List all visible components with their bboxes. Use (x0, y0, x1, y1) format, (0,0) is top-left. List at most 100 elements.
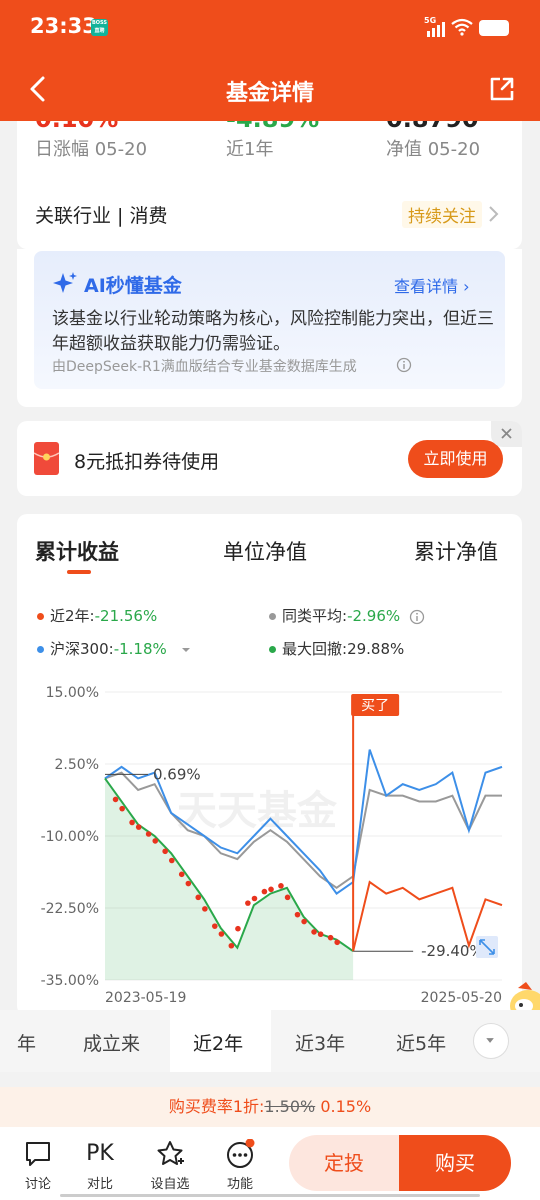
one-year-value: -4.89% (226, 121, 319, 133)
trade-dot (278, 883, 284, 889)
trade-dot (135, 824, 142, 830)
legend-drawdown: 最大回撤:29.88% (269, 638, 404, 659)
trade-dot (301, 918, 307, 925)
period-selector: 年 成立来 近2年 近3年 近5年 (0, 1010, 540, 1072)
star-add-icon (157, 1141, 184, 1165)
status-time: 23:33 (30, 14, 97, 38)
trade-dot (334, 939, 341, 946)
summary-card: 0.10% 日涨幅 05-20 -4.89% 近1年 0.8790 净值 05-… (17, 121, 522, 249)
period-5y[interactable]: 近5年 (396, 1029, 446, 1056)
start-annotation-text: 0.69% (153, 765, 201, 783)
follow-tag[interactable]: 持续关注 (402, 201, 482, 228)
y-tick-label: -22.50% (41, 901, 99, 917)
legend-peer-value: -2.96% (347, 607, 401, 625)
nav-label: 净值 05-20 (386, 139, 481, 160)
fee-prefix: 购买费率1折: (168, 1097, 265, 1116)
bottom-bar: 讨论 PK 对比 设自选 功能 定投 购买 (0, 1127, 540, 1200)
chevron-down-icon[interactable] (180, 644, 192, 656)
chevron-down-icon (486, 1038, 494, 1043)
info-icon[interactable] (409, 609, 425, 625)
related-industry[interactable]: 关联行业 | 消费 (35, 201, 167, 228)
legend-fund-dot (37, 613, 44, 620)
legend-fund[interactable]: 近2年:-21.56% (37, 605, 157, 626)
coupon-card: 8元抵扣券待使用 立即使用 (17, 421, 522, 496)
legend-fund-value: -21.56% (94, 607, 158, 625)
page-title: 基金详情 (225, 81, 314, 106)
legend-drawdown-value: 29.88% (347, 640, 405, 658)
trade-dot (168, 857, 175, 864)
compare-label: 对比 (86, 1177, 113, 1192)
red-packet-icon (34, 442, 59, 475)
chevron-right-icon[interactable] (487, 205, 499, 223)
daily-change-value: 0.10% (35, 121, 118, 133)
functions-label: 功能 (226, 1177, 253, 1192)
coupon-text: 8元抵扣券待使用 (74, 451, 220, 473)
fee-old: 1.50% (264, 1097, 316, 1116)
trade-dot (261, 888, 268, 895)
legend-index-dot (37, 646, 44, 653)
fee-new: 0.15% (320, 1097, 372, 1116)
buy-button[interactable]: 购买 (399, 1135, 511, 1191)
trade-dot (129, 819, 135, 826)
x-label-start: 2023-05-19 (105, 990, 186, 1004)
compare-button[interactable]: PK 对比 (75, 1139, 125, 1192)
period-2y[interactable]: 近2年 (193, 1029, 243, 1056)
pk-icon: PK (86, 1141, 114, 1166)
trade-dot (245, 900, 251, 906)
trade-dot (145, 831, 152, 837)
discuss-label: 讨论 (24, 1177, 51, 1192)
trade-dot (202, 906, 208, 912)
ai-source-text: 由DeepSeek-R1满血版结合专业基金数据库生成 (52, 359, 357, 375)
boss-app-icon: BOSS直聘 (91, 19, 108, 36)
period-year[interactable]: 年 (17, 1029, 36, 1056)
trade-dot (284, 894, 291, 901)
info-icon[interactable] (396, 357, 412, 373)
tab-unit-nav[interactable]: 单位净值 (223, 536, 307, 566)
legend-index-label: 沪深300: (50, 640, 114, 658)
gesture-bar (60, 1194, 480, 1197)
nav-bar: 基金详情 (0, 58, 540, 121)
auto-invest-button[interactable]: 定投 (289, 1135, 399, 1191)
use-coupon-button[interactable]: 立即使用 (408, 440, 503, 478)
more-periods-button[interactable] (473, 1023, 509, 1059)
low-annotation-text: -29.40% (421, 942, 484, 960)
trade-dot (112, 796, 119, 803)
close-coupon-button[interactable] (491, 421, 522, 447)
trade-dot (317, 931, 324, 938)
discuss-button[interactable]: 讨论 (13, 1139, 63, 1192)
battery-icon (479, 20, 509, 36)
trade-dot (294, 911, 301, 918)
legend-peer[interactable]: 同类平均:-2.96% (269, 605, 425, 626)
active-tab-indicator (67, 570, 91, 574)
trade-dot (119, 805, 125, 812)
trade-dot (228, 942, 235, 949)
share-icon[interactable] (488, 75, 516, 103)
trade-dot (178, 871, 185, 878)
functions-button[interactable]: 功能 (215, 1138, 265, 1192)
sparkle-icon (53, 272, 77, 293)
chart-card: 累计收益 单位净值 累计净值 近2年:-21.56% 同类平均:-2.96% 沪… (17, 514, 522, 1016)
legend-fund-label: 近2年: (50, 607, 95, 625)
one-year-label: 近1年 (226, 139, 274, 160)
legend-index[interactable]: 沪深300:-1.18% (37, 638, 192, 659)
performance-chart[interactable]: 15.00% 2.50% -10.00% -22.50% -35.00% 天天基金 买了… (17, 674, 522, 1004)
tab-cumulative-return[interactable]: 累计收益 (35, 536, 119, 566)
fee-bar: 购买费率1折:1.50% 0.15% (0, 1087, 540, 1127)
ai-detail-link[interactable]: 查看详情 › (394, 273, 470, 297)
ai-summary-box[interactable]: AI秒懂基金 查看详情 › 该基金以行业轮动策略为核心，风险控制能力突出，但近三… (34, 251, 505, 389)
add-watchlist-label: 设自选 (150, 1177, 190, 1192)
x-label-end: 2025-05-20 (421, 990, 502, 1004)
expand-icon[interactable] (476, 936, 498, 958)
period-3y[interactable]: 近3年 (295, 1029, 345, 1056)
signal-icon (427, 22, 445, 37)
close-icon (501, 428, 512, 439)
period-since-inception[interactable]: 成立来 (83, 1029, 140, 1056)
trade-dot (311, 929, 317, 935)
trade-dot (162, 848, 168, 855)
trade-dot (152, 838, 159, 844)
tab-accumulated-nav[interactable]: 累计净值 (414, 536, 498, 566)
y-tick-label: 2.50% (55, 757, 99, 773)
trade-dot (218, 931, 225, 937)
y-tick-label: -10.00% (41, 829, 99, 845)
add-watchlist-button[interactable]: 设自选 (145, 1139, 195, 1192)
